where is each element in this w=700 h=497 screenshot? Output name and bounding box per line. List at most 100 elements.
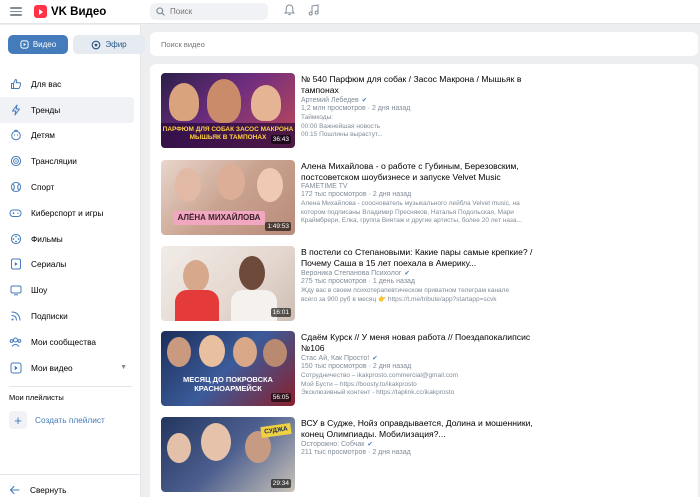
verified-icon: ✔: [404, 270, 410, 278]
video-thumbnail[interactable]: СУДЖА 29:34: [161, 417, 295, 492]
search-input[interactable]: [170, 7, 260, 16]
sidebar-item-subscriptions[interactable]: Подписки: [0, 303, 141, 329]
sidebar-item-my-videos[interactable]: Мои видео ▼: [0, 355, 141, 381]
create-playlist-button[interactable]: + Создать плейлист: [9, 411, 105, 429]
video-thumbnail[interactable]: АЛЁНА МИХАЙЛОВА 1:49:53: [161, 160, 295, 235]
sidebar-item-broadcasts[interactable]: Трансляции: [0, 148, 141, 174]
description-line: Алена Михайлова - сооснователь музыкальн…: [301, 200, 520, 208]
live-icon: [92, 40, 101, 49]
description-line: Мой Бусти – https://boosty.to/ikakprosto: [301, 380, 417, 388]
app-logo[interactable]: VK Видео: [34, 5, 106, 18]
broadcast-icon: [9, 155, 22, 168]
video-description: Алена Михайлова - сооснователь музыкальн…: [301, 200, 541, 226]
video-title[interactable]: В постели со Степановыми: Какие пары сам…: [301, 247, 541, 268]
search-icon: [156, 7, 165, 16]
video-item[interactable]: ПАРФЮМ ДЛЯ СОБАК ЗАСОС МАКРОНА МЫШЬЯК В …: [161, 73, 691, 151]
video-info: Алена Михайлова - о работе с Губиным, Бе…: [301, 161, 541, 226]
video-title[interactable]: ВСУ в Судже, Нойз оправдывается, Долина …: [301, 418, 541, 439]
plus-icon: +: [9, 411, 27, 429]
video-item[interactable]: АЛЁНА МИХАЙЛОВА 1:49:53 Алена Михайлова …: [161, 160, 691, 238]
sidebar-item-label: Фильмы: [31, 233, 63, 244]
sidebar-item-films[interactable]: Фильмы: [0, 226, 141, 252]
video-meta: 275 тыс просмотров · 1 день назад: [301, 278, 416, 286]
description-line: 00:15 Пошлины вырастут...: [301, 131, 383, 139]
sidebar-item-communities[interactable]: Мои сообщества: [0, 329, 141, 355]
sidebar-item-kids[interactable]: Детям: [0, 123, 141, 149]
chevron-down-icon[interactable]: ▼: [120, 364, 127, 371]
video-thumbnail[interactable]: ПАРФЮМ ДЛЯ СОБАК ЗАСОС МАКРОНА МЫШЬЯК В …: [161, 73, 295, 148]
subscriptions-icon: [9, 310, 22, 323]
video-search-bar[interactable]: [150, 32, 698, 56]
video-mode-button[interactable]: Видео: [8, 35, 68, 54]
video-duration: 56:05: [270, 393, 291, 402]
lightning-icon: [9, 103, 22, 116]
sidebar-item-for-you[interactable]: Для вас: [0, 71, 141, 97]
video-item[interactable]: 16:01 В постели со Степановыми: Какие па…: [161, 246, 691, 324]
sidebar-item-sport[interactable]: Спорт: [0, 174, 141, 200]
channel-name[interactable]: Вероника Степанова Психолог: [301, 270, 401, 277]
video-title[interactable]: Сдаём Курск // У меня новая работа // По…: [301, 332, 541, 353]
sidebar: Видео Эфир Для вас Тренды Детям Трансляц…: [0, 25, 145, 497]
playlists-heading: Мои плейлисты: [9, 393, 64, 402]
video-meta: 211 тыс просмотров · 2 дня назад: [301, 449, 411, 457]
top-bar: VK Видео: [0, 0, 700, 24]
sidebar-item-label: Мои видео: [31, 362, 73, 373]
video-description: Сотрудничество – ikakprosto.commercial@g…: [301, 372, 541, 398]
thumbnail-caption: СУДЖА: [260, 422, 292, 439]
global-search[interactable]: [150, 3, 268, 20]
channel-name[interactable]: FAMETIME TV: [301, 183, 348, 190]
collapse-sidebar-button[interactable]: Свернуть: [9, 485, 66, 495]
sidebar-item-esports[interactable]: Киберспорт и игры: [0, 200, 141, 226]
menu-icon[interactable]: [10, 5, 22, 17]
sidebar-item-label: Для вас: [31, 78, 62, 89]
video-search-input[interactable]: [161, 39, 561, 49]
video-thumbnail[interactable]: МЕСЯЦ ДО ПОКРОВСКА КРАСНОАРМЕЙСК 56:05: [161, 331, 295, 406]
sidebar-item-label: Шоу: [31, 285, 48, 296]
video-duration: 29:34: [270, 479, 291, 488]
channel-row: FAMETIME TV: [301, 183, 541, 190]
sidebar-item-show[interactable]: Шоу: [0, 277, 141, 303]
description-line: 00:00 Важнейшая новость: [301, 122, 381, 130]
channel-name[interactable]: Артемий Лебедев: [301, 97, 359, 104]
video-meta: 150 тыс просмотров · 2 дня назад: [301, 363, 412, 371]
sidebar-item-series[interactable]: Сериалы: [0, 252, 141, 278]
channel-row: Вероника Степанова Психолог ✔: [301, 269, 541, 278]
video-info: № 540 Парфюм для собак / Засос Макрона /…: [301, 74, 541, 140]
video-item[interactable]: СУДЖА 29:34 ВСУ в Судже, Нойз оправдывае…: [161, 417, 691, 495]
live-mode-button[interactable]: Эфир: [73, 35, 145, 54]
thumbnail-caption: АЛЁНА МИХАЙЛОВА: [173, 211, 265, 225]
verified-icon: ✔: [361, 97, 368, 105]
sidebar-item-label: Спорт: [31, 182, 55, 193]
video-item[interactable]: МЕСЯЦ ДО ПОКРОВСКА КРАСНОАРМЕЙСК 56:05 С…: [161, 331, 691, 409]
ball-icon: [9, 181, 22, 194]
sidebar-bottom-divider: [0, 474, 141, 475]
tv-icon: [9, 284, 22, 297]
video-duration: 36:43: [270, 135, 291, 144]
description-line: Эксклюзивный контент - https://taplink.c…: [301, 389, 455, 397]
kids-icon: [9, 129, 22, 142]
video-title[interactable]: № 540 Парфюм для собак / Засос Макрона /…: [301, 74, 541, 95]
arrow-left-icon: [9, 485, 20, 495]
video-description: Таймкоды: 00:00 Важнейшая новость 00:15 …: [301, 114, 541, 140]
channel-row: Осторожно: Собчак ✔: [301, 440, 541, 449]
sidebar-menu: Для вас Тренды Детям Трансляции Спорт Ки…: [0, 71, 141, 392]
video-info: ВСУ в Судже, Нойз оправдывается, Долина …: [301, 418, 541, 456]
channel-row: Стас Ай, Как Просто! ✔: [301, 354, 541, 363]
sidebar-item-trends[interactable]: Тренды: [0, 96, 134, 123]
description-line: Таймкоды:: [301, 114, 334, 122]
video-thumbnail[interactable]: 16:01: [161, 246, 295, 321]
video-icon: [20, 40, 29, 49]
video-title[interactable]: Алена Михайлова - о работе с Губиным, Бе…: [301, 161, 541, 182]
channel-name[interactable]: Стас Ай, Как Просто!: [301, 355, 369, 362]
sidebar-item-label: Киберспорт и игры: [31, 207, 104, 218]
channel-name[interactable]: Осторожно: Собчак: [301, 441, 364, 448]
video-meta: 172 тыс просмотров · 2 дня назад: [301, 191, 412, 199]
music-icon[interactable]: [306, 4, 320, 18]
thumbs-up-icon: [9, 77, 22, 90]
mode-switcher: Видео Эфир: [8, 35, 145, 54]
video-info: Сдаём Курск // У меня новая работа // По…: [301, 332, 541, 398]
series-icon: [9, 258, 22, 271]
description-line: Сотрудничество – ikakprosto.commercial@g…: [301, 372, 459, 380]
create-playlist-label: Создать плейлист: [35, 415, 105, 425]
bell-icon[interactable]: [282, 4, 296, 18]
